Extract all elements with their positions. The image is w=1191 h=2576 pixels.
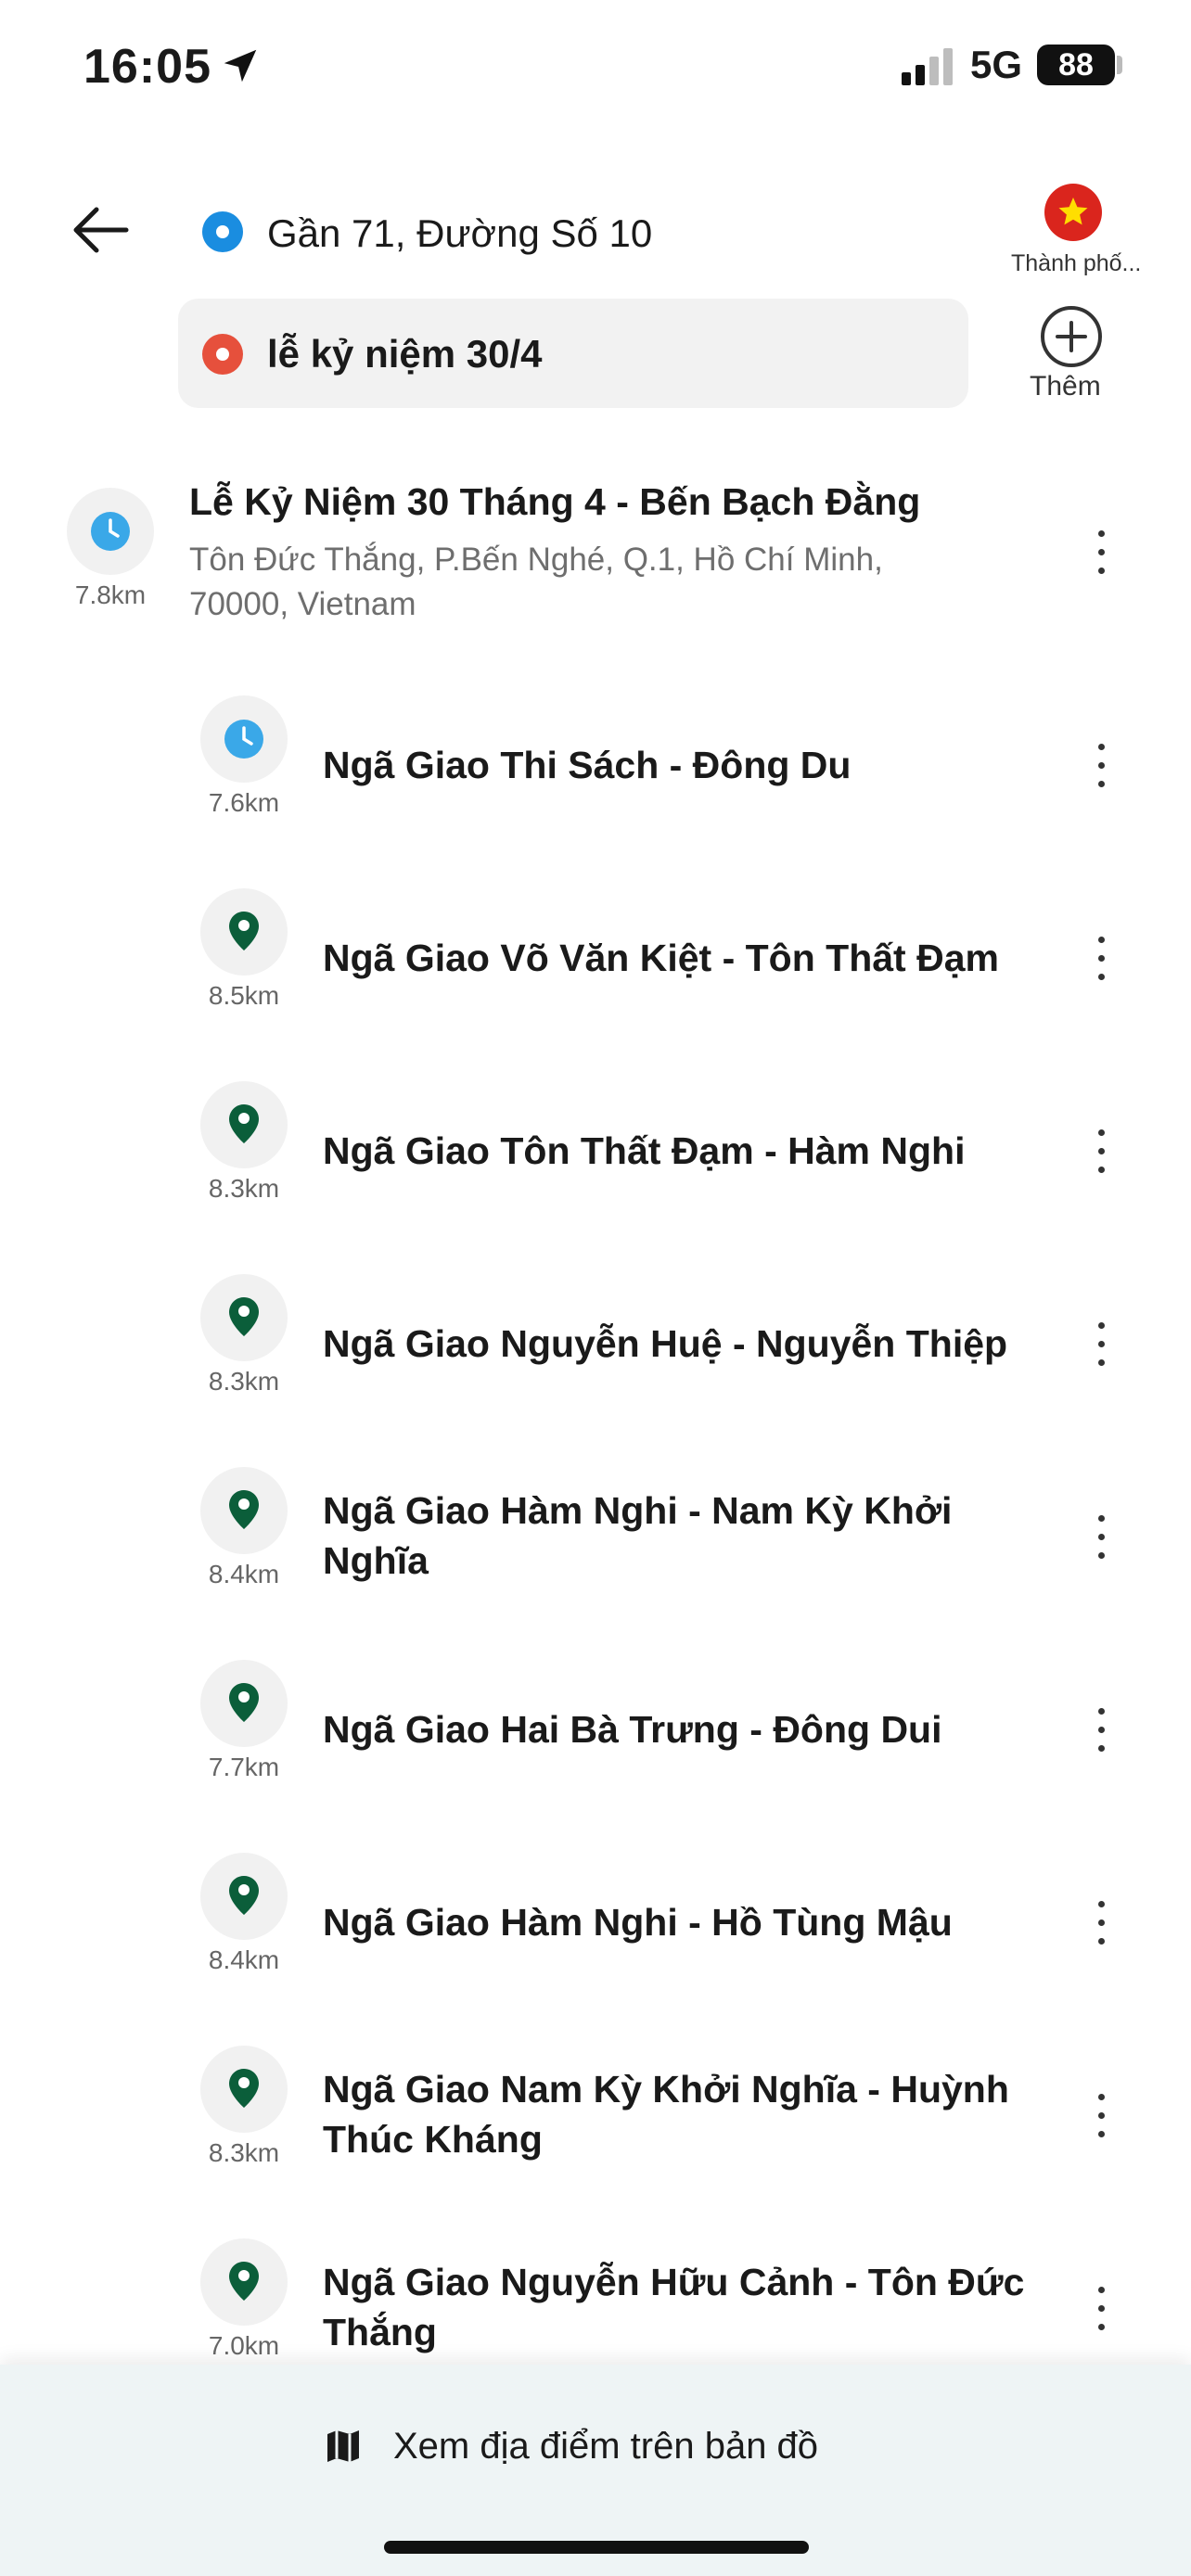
pin-icon <box>200 2046 288 2133</box>
distance-label: 8.3km <box>208 1174 280 1203</box>
battery-tip <box>1117 56 1122 74</box>
distance-label: 7.6km <box>208 788 280 817</box>
vietnam-flag-icon[interactable] <box>1044 184 1102 241</box>
more-options-icon[interactable] <box>1089 1510 1113 1565</box>
result-address-line1: Tôn Đức Thắng, P.Bến Nghé, Q.1, Hồ Chí M… <box>189 542 883 578</box>
origin-dot-icon <box>202 211 243 252</box>
result-title: Ngã Giao Hàm Nghi - Nam Kỳ Khởi <box>323 1489 953 1532</box>
more-options-icon[interactable] <box>1089 931 1113 987</box>
list-item[interactable]: 8.3km Ngã Giao Nguyễn Huệ - Nguyễn Thiệp <box>0 1265 1191 1458</box>
distance-label: 7.8km <box>74 580 147 609</box>
distance-label: 7.0km <box>208 2331 280 2360</box>
back-arrow-icon[interactable] <box>65 195 135 265</box>
list-item[interactable]: 7.6km Ngã Giao Thi Sách - Đông Du <box>0 686 1191 879</box>
location-arrow-icon <box>224 49 257 83</box>
status-time: 16:05 <box>83 40 211 94</box>
pin-icon <box>200 1467 288 1554</box>
origin-text: Gần 71, Đường Số 10 <box>267 211 653 255</box>
distance-label: 8.4km <box>208 1560 280 1588</box>
home-indicator <box>384 2541 809 2554</box>
result-title: Ngã Giao Võ Văn Kiệt - Tôn Thất Đạm <box>323 937 999 979</box>
destination-dot-icon <box>202 334 243 375</box>
pin-icon <box>200 1660 288 1747</box>
battery-level: 88 <box>1058 47 1094 83</box>
result-title: Ngã Giao Nguyễn Hữu Cảnh - Tôn Đức <box>323 2261 1025 2303</box>
list-item[interactable]: 8.5km Ngã Giao Võ Văn Kiệt - Tôn Thất Đạm <box>0 879 1191 1072</box>
more-options-icon[interactable] <box>1089 525 1113 580</box>
pin-icon <box>200 1081 288 1168</box>
map-icon <box>327 2430 359 2462</box>
result-title: Ngã Giao Hàm Nghi - Hồ Tùng Mậu <box>323 1901 953 1944</box>
cellular-signal-icon <box>902 48 953 85</box>
network-type: 5G <box>970 43 1023 86</box>
result-title-line2: Nghĩa <box>323 1539 429 1582</box>
battery-icon: 88 <box>1037 45 1115 85</box>
list-item[interactable]: 7.7km Ngã Giao Hai Bà Trưng - Đông Dui <box>0 1651 1191 1843</box>
result-title: Ngã Giao Tôn Thất Đạm - Hàm Nghi <box>323 1129 966 1172</box>
distance-label: 8.5km <box>208 981 280 1010</box>
more-options-icon[interactable] <box>1089 1895 1113 1951</box>
view-on-map-label: Xem địa điểm trên bản đồ <box>393 2426 819 2467</box>
view-on-map-button[interactable]: Xem địa điểm trên bản đồ <box>325 2420 881 2476</box>
clock-icon <box>67 488 154 575</box>
status-bar: 16:05 5G 88 <box>0 0 1191 130</box>
list-item[interactable]: 8.3km Ngã Giao Tôn Thất Đạm - Hàm Nghi <box>0 1072 1191 1265</box>
distance-label: 8.4km <box>208 1945 280 1974</box>
more-options-icon[interactable] <box>1089 1702 1113 1758</box>
destination-text: lễ kỷ niệm 30/4 <box>267 332 543 376</box>
add-stop-icon[interactable] <box>1039 304 1104 369</box>
distance-label: 8.3km <box>208 2138 280 2167</box>
result-title: Lễ Kỷ Niệm 30 Tháng 4 - Bến Bạch Đằng <box>189 480 921 523</box>
more-options-icon[interactable] <box>1089 1124 1113 1180</box>
more-options-icon[interactable] <box>1089 1317 1113 1372</box>
add-stop-label[interactable]: Thêm <box>1030 371 1101 402</box>
more-options-icon[interactable] <box>1089 2088 1113 2144</box>
result-title: Ngã Giao Nam Kỳ Khởi Nghĩa - Huỳnh <box>323 2068 1009 2111</box>
more-options-icon[interactable] <box>1089 2281 1113 2337</box>
bottom-bar: Xem địa điểm trên bản đồ <box>0 2365 1191 2576</box>
pin-icon <box>200 2238 288 2326</box>
list-item[interactable]: 8.4km Ngã Giao Hàm Nghi - Nam Kỳ Khởi Nghĩ… <box>0 1458 1191 1651</box>
list-item[interactable]: 8.4km Ngã Giao Hàm Nghi - Hồ Tùng Mậu <box>0 1843 1191 2036</box>
more-options-icon[interactable] <box>1089 738 1113 794</box>
result-address-line2: 70000, Vietnam <box>189 586 416 622</box>
origin-field[interactable]: Gần 71, Đường Số 10 <box>186 195 946 269</box>
city-selector-label[interactable]: Thành phố... <box>1011 250 1141 277</box>
pin-icon <box>200 1274 288 1361</box>
distance-label: 7.7km <box>208 1753 280 1781</box>
result-title: Ngã Giao Thi Sách - Đông Du <box>323 744 852 786</box>
result-title-line2: Thúc Kháng <box>323 2118 543 2161</box>
distance-label: 8.3km <box>208 1367 280 1396</box>
pin-icon <box>200 1853 288 1940</box>
clock-icon <box>200 695 288 783</box>
result-title: Ngã Giao Nguyễn Huệ - Nguyễn Thiệp <box>323 1322 1008 1365</box>
result-title: Ngã Giao Hai Bà Trưng - Đông Dui <box>323 1708 942 1751</box>
list-item[interactable]: 8.3km Ngã Giao Nam Kỳ Khởi Nghĩa - Huỳnh T… <box>0 2036 1191 2229</box>
result-title-line2: Thắng <box>323 2311 437 2353</box>
list-item[interactable]: 7.8km Lễ Kỷ Niệm 30 Tháng 4 - Bến Bạch Đ… <box>0 464 1191 640</box>
pin-icon <box>200 888 288 976</box>
destination-search-input[interactable]: lễ kỷ niệm 30/4 <box>178 299 968 408</box>
